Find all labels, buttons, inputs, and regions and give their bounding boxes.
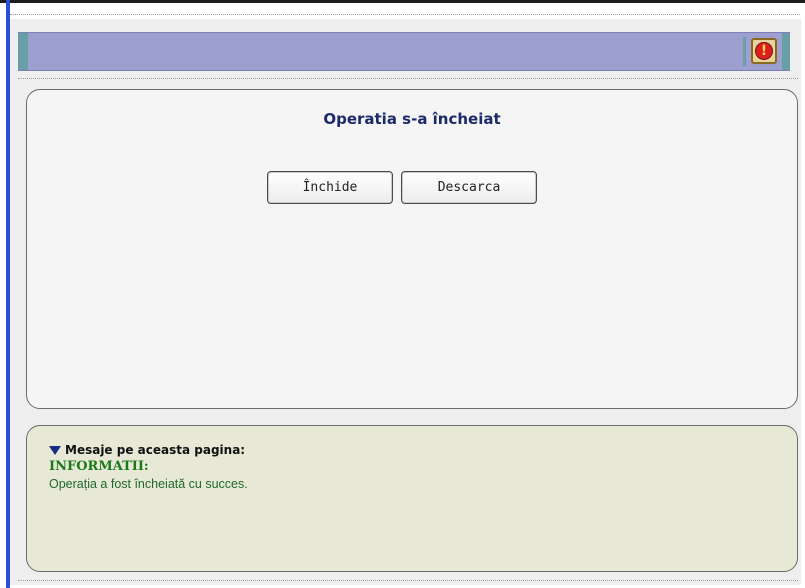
alert-icon[interactable]: ! — [751, 38, 777, 64]
message-text: Operația a fost încheiată cu succes. — [49, 477, 248, 491]
messages-toggle[interactable]: Mesaje pe aceasta pagina: — [49, 443, 245, 457]
messages-panel: Mesaje pe aceasta pagina: INFORMATII: Op… — [26, 425, 798, 572]
header-separator — [743, 37, 746, 66]
bottom-dotted-divider — [18, 580, 798, 581]
download-button[interactable]: Descarca — [401, 171, 537, 204]
result-panel: Operatia s-a încheiat Închide Descarca — [26, 89, 798, 409]
triangle-down-icon — [49, 445, 61, 455]
header-dotted-divider — [18, 78, 798, 79]
header-right-cap — [782, 33, 790, 70]
top-border — [0, 0, 805, 3]
message-type-label: INFORMATII: — [49, 459, 149, 474]
header-left-cap — [18, 33, 28, 70]
action-buttons: Închide Descarca — [267, 171, 537, 204]
messages-heading: Mesaje pe aceasta pagina: — [65, 443, 246, 457]
top-dotted-divider — [10, 14, 800, 15]
result-title: Operatia s-a încheiat — [323, 110, 501, 128]
close-button[interactable]: Închide — [267, 171, 393, 204]
alert-icon-glyph: ! — [755, 42, 773, 60]
header-bar: ! — [18, 32, 790, 71]
